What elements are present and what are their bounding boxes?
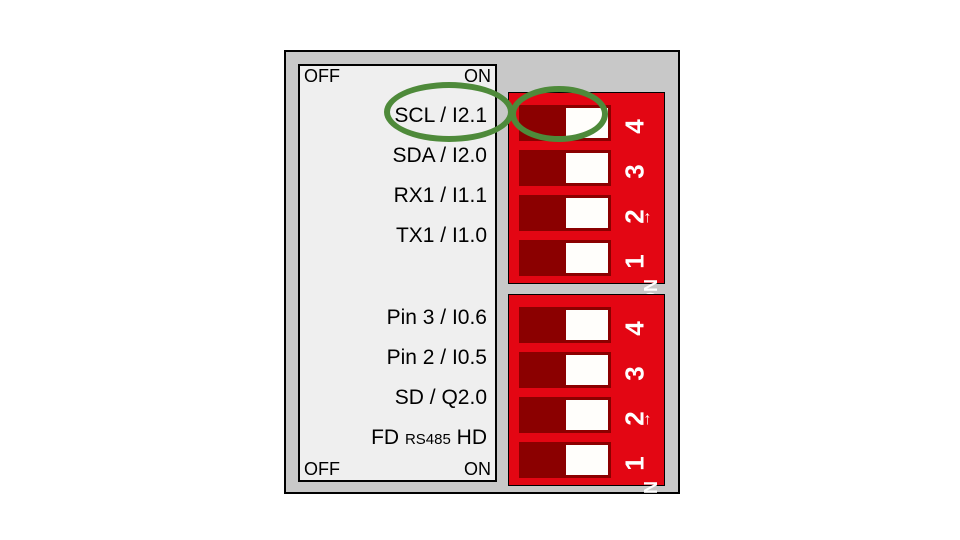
dip-arrow-icon: → — [637, 210, 655, 226]
dip-slider-2[interactable] — [566, 198, 608, 228]
row-label-rs485: FD RS485 HD — [307, 426, 487, 450]
dip-slider-3[interactable] — [566, 153, 608, 183]
row-label-pin3: Pin 3 / I0.6 — [307, 306, 487, 330]
dip-arrow-icon: → — [637, 412, 655, 428]
row-label-sda: SDA / I2.0 — [307, 144, 487, 168]
dip-num: 3 — [620, 361, 651, 387]
dip-slot — [519, 240, 611, 276]
rs485-mid: RS485 — [405, 431, 451, 448]
dip-panel: OFF ON SCL / I2.1 SDA / I2.0 RX1 / I1.1 … — [284, 50, 680, 494]
rs485-fd: FD — [371, 426, 399, 449]
dip-slot — [519, 442, 611, 478]
dip-slider-2b[interactable] — [566, 400, 608, 430]
dip-num: 4 — [620, 114, 651, 140]
dip-num: 3 — [620, 159, 651, 185]
dip-slider-4b[interactable] — [566, 310, 608, 340]
dip-on-marker: ON — [641, 481, 662, 508]
off-label-top: OFF — [304, 66, 340, 87]
diagram-stage: OFF ON SCL / I2.1 SDA / I2.0 RX1 / I1.1 … — [0, 0, 960, 540]
row-label-sd: SD / Q2.0 — [307, 386, 487, 410]
dip-slider-1b[interactable] — [566, 445, 608, 475]
dip-num: 4 — [620, 316, 651, 342]
highlight-label-ellipse — [384, 82, 514, 142]
dip-slot — [519, 307, 611, 343]
row-label-tx1: TX1 / I1.0 — [307, 224, 487, 248]
highlight-switch-ellipse — [510, 86, 608, 142]
dip-num: 1 — [620, 249, 651, 275]
dip-block-bottom: 4 3 2 1 ON → — [508, 294, 665, 486]
row-label-pin2: Pin 2 / I0.5 — [307, 346, 487, 370]
dip-slider-3b[interactable] — [566, 355, 608, 385]
dip-slot — [519, 397, 611, 433]
dip-num: 1 — [620, 451, 651, 477]
dip-slider-1[interactable] — [566, 243, 608, 273]
dip-slot — [519, 352, 611, 388]
on-label-bottom: ON — [464, 459, 491, 480]
dip-slot — [519, 195, 611, 231]
dip-slot — [519, 150, 611, 186]
row-label-rx1: RX1 / I1.1 — [307, 184, 487, 208]
rs485-hd: HD — [457, 426, 487, 449]
off-label-bottom: OFF — [304, 459, 340, 480]
